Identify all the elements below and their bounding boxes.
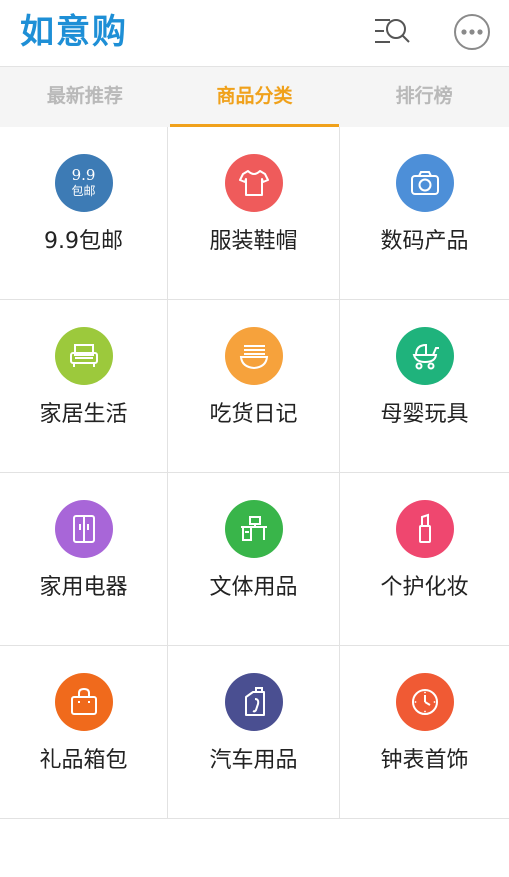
clock-icon (395, 673, 454, 731)
category-label: 9.9包邮 (44, 229, 123, 254)
category-grid: 9.9 包邮 9.9包邮 服装鞋帽 数码产品 家居生活 吃货日记 母婴玩具 家用… (0, 127, 509, 819)
category-label: 服装鞋帽 (209, 229, 298, 254)
badge-text: 包邮 (71, 184, 96, 198)
oil-bottle-icon (224, 673, 283, 731)
tab-latest[interactable]: 最新推荐 (0, 67, 170, 127)
category-label: 吃货日记 (209, 402, 298, 427)
handbag-icon (54, 673, 113, 731)
category-label: 个护化妆 (380, 575, 469, 600)
camera-icon (395, 154, 454, 212)
stroller-icon (395, 327, 454, 385)
noodle-bowl-icon (224, 327, 283, 385)
category-watches[interactable]: 钟表首饰 (340, 646, 509, 819)
category-label: 数码产品 (380, 229, 469, 254)
search-list-icon[interactable] (372, 12, 412, 52)
more-dots-icon[interactable] (452, 12, 492, 52)
category-food[interactable]: 吃货日记 (168, 300, 340, 473)
category-label: 汽车用品 (209, 748, 298, 773)
desk-icon (224, 500, 283, 558)
category-automotive[interactable]: 汽车用品 (168, 646, 340, 819)
app-header: 如意购 (0, 0, 509, 66)
category-bags[interactable]: 礼品箱包 (0, 646, 168, 819)
price-badge-icon: 9.9 包邮 (54, 154, 113, 212)
fridge-icon (54, 500, 113, 558)
category-home[interactable]: 家居生活 (0, 300, 168, 473)
tab-bar: 最新推荐 商品分类 排行榜 (0, 66, 509, 127)
category-clothing[interactable]: 服装鞋帽 (168, 127, 340, 300)
category-label: 家居生活 (39, 402, 128, 427)
category-stationery[interactable]: 文体用品 (168, 473, 340, 646)
category-baby[interactable]: 母婴玩具 (340, 300, 509, 473)
tab-categories[interactable]: 商品分类 (169, 67, 340, 127)
tab-ranking[interactable]: 排行榜 (339, 67, 509, 127)
category-label: 钟表首饰 (380, 748, 469, 773)
category-free-shipping[interactable]: 9.9 包邮 9.9包邮 (0, 127, 168, 300)
category-label: 文体用品 (209, 575, 298, 600)
category-label: 礼品箱包 (39, 748, 128, 773)
category-cosmetics[interactable]: 个护化妆 (340, 473, 509, 646)
category-digital[interactable]: 数码产品 (340, 127, 509, 300)
category-appliances[interactable]: 家用电器 (0, 473, 168, 646)
category-label: 家用电器 (39, 575, 128, 600)
category-label: 母婴玩具 (380, 402, 469, 427)
tshirt-icon (224, 154, 283, 212)
app-logo: 如意购 (20, 12, 128, 52)
lipstick-icon (395, 500, 454, 558)
sofa-icon (54, 327, 113, 385)
badge-price: 9.9 (71, 166, 96, 184)
